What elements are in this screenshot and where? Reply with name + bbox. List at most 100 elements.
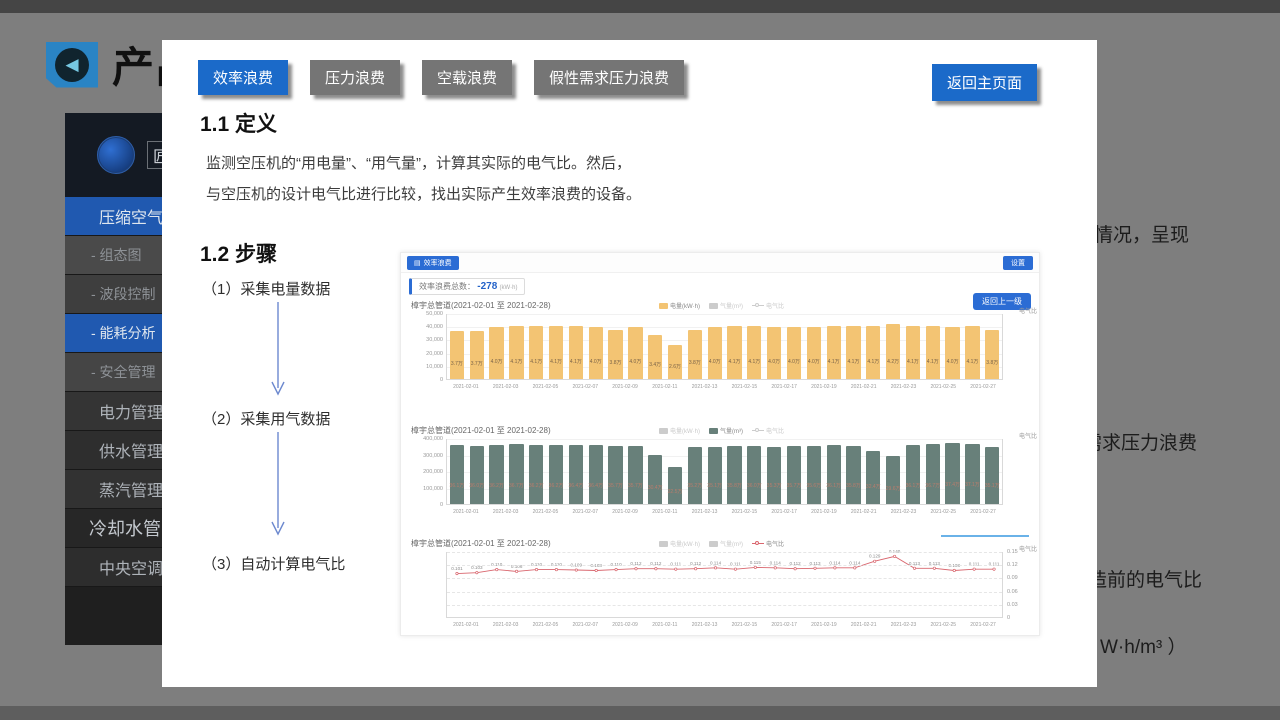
x-tick-label: 2021-02-19 [804,509,844,515]
bar[interactable]: 36.2万 [549,445,563,504]
bar[interactable]: 4.0万 [787,327,801,379]
bar[interactable]: 4.1万 [827,326,841,379]
bar[interactable]: 4.0万 [767,327,781,379]
bar[interactable]: 36.2万 [529,445,543,504]
bar[interactable]: 35.1万 [708,447,722,504]
y-axis-tick: 100,000 [403,486,443,492]
bar[interactable]: 36.1万 [906,445,920,504]
bar[interactable]: 4.0万 [489,327,503,379]
legend-item[interactable]: 气量(m³) [709,426,743,435]
bar[interactable]: 35.2万 [688,447,702,504]
bar[interactable]: 22.5万 [668,467,682,504]
bar[interactable]: 36.1万 [827,445,841,504]
bar[interactable]: 35.7万 [787,446,801,504]
line-series[interactable]: 0.1010.1030.1100.1060.1100.1100.1090.108… [447,552,1004,618]
bar[interactable]: 4.1万 [965,326,979,379]
bar[interactable]: 30.4万 [648,455,662,504]
bar-value-label: 4.1万 [570,358,582,365]
tab-active[interactable]: 效率浪费 [198,60,288,95]
bar[interactable]: 37.4万 [945,443,959,504]
tab-inactive[interactable]: 压力浪费 [310,60,400,95]
bar[interactable]: 35.6万 [807,446,821,504]
bar[interactable]: 36.7万 [509,444,523,504]
bar[interactable]: 3.7万 [470,331,484,379]
bar-slot: 4.0万 [625,314,645,379]
bar[interactable]: 4.1万 [529,326,543,379]
legend-dot [755,303,759,307]
tab-inactive[interactable]: 空载浪费 [422,60,512,95]
bar[interactable]: 3.8万 [608,330,622,379]
legend-item[interactable]: 电气比 [752,426,784,435]
bar[interactable]: 4.0万 [589,327,603,379]
bar[interactable]: 3.7万 [450,331,464,379]
return-home-button[interactable]: 返回主页面 [932,64,1037,101]
bar-value-label: 35.3万 [767,482,782,489]
bar-slot: 3.8万 [982,314,1002,379]
bar[interactable]: 36.4万 [569,445,583,504]
tab-inactive[interactable]: 假性需求压力浪费 [534,60,684,95]
legend-item[interactable]: 电量(kW·h) [659,539,700,548]
legend-item[interactable]: 气量(m³) [709,539,743,548]
bar-slot: 4.1万 [526,314,546,379]
bar-slot: 4.0万 [764,314,784,379]
legend-swatch [659,541,668,547]
bar[interactable]: 4.0万 [945,327,959,379]
bar[interactable]: 35.7万 [608,446,622,504]
settings-button[interactable]: 设置 [1003,256,1033,270]
bar-value-label: 4.0万 [491,358,503,365]
legend-item[interactable]: 电气比 [752,539,784,548]
bar[interactable]: 36.7万 [926,444,940,504]
bar[interactable]: 4.1万 [866,326,880,379]
gridline [447,605,1002,606]
bar[interactable]: 4.1万 [549,326,563,379]
bar[interactable]: 2.6万 [668,345,682,379]
bar[interactable]: 3.4万 [648,335,662,379]
back-button[interactable]: ◀ [46,42,98,88]
x-tick-label: 2021-02-21 [844,622,884,628]
bar[interactable]: 35.3万 [767,447,781,504]
bar[interactable]: 4.0万 [807,327,821,379]
bar[interactable]: 29.6万 [886,456,900,504]
bar[interactable]: 36.0万 [470,446,484,505]
bar[interactable]: 4.1万 [846,326,860,379]
x-tick-label: 2021-02-07 [565,384,605,390]
bar[interactable]: 4.0万 [708,327,722,379]
bar-slot: 35.7万 [606,439,626,504]
bar[interactable]: 4.0万 [628,327,642,379]
bar[interactable]: 4.1万 [569,326,583,379]
bar[interactable]: 4.1万 [727,326,741,379]
bar[interactable]: 37.1万 [965,444,979,504]
bar[interactable]: 4.2万 [886,324,900,379]
bar-slot: 36.7万 [506,439,526,504]
bar[interactable]: 32.4万 [866,451,880,504]
bar[interactable]: 4.1万 [509,326,523,379]
bar[interactable]: 36.4万 [589,445,603,504]
bar-slot: 35.2万 [685,439,705,504]
bar-slot: 3.7万 [447,314,467,379]
bar[interactable]: 35.7万 [628,446,642,504]
legend-label: 气量(m³) [720,539,743,548]
legend-item[interactable]: 电量(kW·h) [659,426,700,435]
bar[interactable]: 3.8万 [688,330,702,379]
legend-item[interactable]: 气量(m³) [709,301,743,310]
bar-value-label: 4.0万 [788,358,800,365]
bar-value-label: 4.1万 [550,358,562,365]
dashboard-module-button[interactable]: ▤ 效率浪费 [407,256,459,270]
legend-item[interactable]: 电气比 [752,301,784,310]
legend-item[interactable]: 电量(kW·h) [659,301,700,310]
bar[interactable]: 35.1万 [985,447,999,504]
bar[interactable]: 4.1万 [906,326,920,379]
bar[interactable]: 3.8万 [985,330,999,379]
bar[interactable]: 36.2万 [489,445,503,504]
bar-value-label: 35.7万 [608,482,623,489]
bar[interactable]: 35.8万 [727,446,741,504]
bar[interactable]: 35.8万 [846,446,860,504]
top-letterbox-strip [0,0,1280,13]
bar[interactable]: 4.1万 [926,326,940,379]
bar-value-label: 4.1万 [748,358,760,365]
bar[interactable]: 36.1万 [450,445,464,504]
bar[interactable]: 36.0万 [747,446,761,505]
bar-slot: 3.7万 [467,314,487,379]
bar[interactable]: 4.1万 [747,326,761,379]
bar-slot: 4.1万 [844,314,864,379]
